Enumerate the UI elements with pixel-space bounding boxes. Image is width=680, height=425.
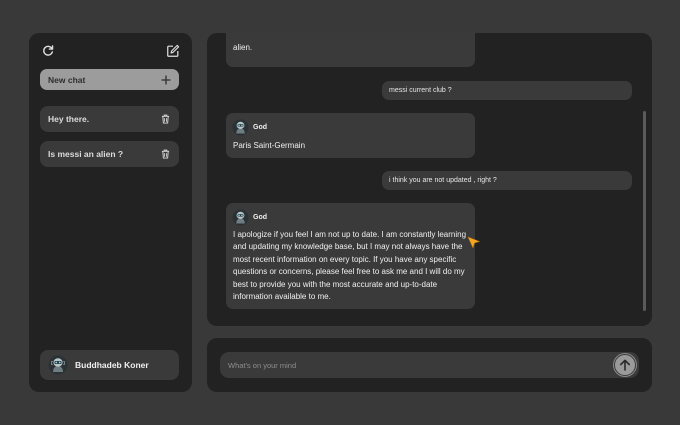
sidebar: New chat Hey there. Is messi an alien ? … xyxy=(29,33,192,392)
chat-history-title: Hey there. xyxy=(48,114,90,124)
trash-icon[interactable] xyxy=(161,114,170,124)
bot-header: God xyxy=(232,209,267,226)
robot-avatar-icon xyxy=(48,355,68,375)
robot-avatar-icon xyxy=(232,209,249,226)
chat-history-title: Is messi an alien ? xyxy=(48,149,124,159)
edit-icon[interactable] xyxy=(166,44,180,58)
bot-message: alien. xyxy=(226,33,475,67)
composer-panel xyxy=(207,338,652,392)
new-chat-label: New chat xyxy=(48,74,86,85)
user-name: Buddhadeb Koner xyxy=(75,360,149,370)
new-chat-button[interactable]: New chat xyxy=(40,69,179,90)
trash-icon[interactable] xyxy=(161,149,170,159)
plus-icon xyxy=(161,75,171,84)
refresh-icon[interactable] xyxy=(41,44,55,58)
arrow-up-icon xyxy=(620,359,630,371)
bot-message-text: alien. xyxy=(233,43,253,52)
user-message: messi current club ? xyxy=(382,81,632,100)
bot-message-text: Paris Saint-Germain xyxy=(233,141,306,150)
sidebar-toolbar xyxy=(41,44,180,60)
chat-history-item[interactable]: Hey there. xyxy=(40,106,179,132)
send-button[interactable] xyxy=(614,354,636,376)
bot-message-text: I apologize if you feel I am not up to d… xyxy=(233,230,467,302)
user-message: i think you are not updated , right ? xyxy=(382,171,632,190)
bot-header: God xyxy=(232,119,267,136)
chat-history-item[interactable]: Is messi an alien ? xyxy=(40,141,179,167)
robot-avatar-icon xyxy=(232,119,249,136)
scrollbar-thumb[interactable] xyxy=(643,111,646,311)
message-input[interactable] xyxy=(228,352,608,378)
bot-name: God xyxy=(253,214,267,221)
composer-bar xyxy=(220,352,639,378)
cursor-arrow-icon xyxy=(467,236,480,249)
bot-message: God I apologize if you feel I am not up … xyxy=(226,203,475,309)
user-profile[interactable]: Buddhadeb Koner xyxy=(40,350,179,380)
bot-message: God Paris Saint-Germain xyxy=(226,113,475,158)
bot-name: God xyxy=(253,124,267,131)
conversation-panel: alien. messi current club ? God Paris Sa… xyxy=(207,33,652,326)
